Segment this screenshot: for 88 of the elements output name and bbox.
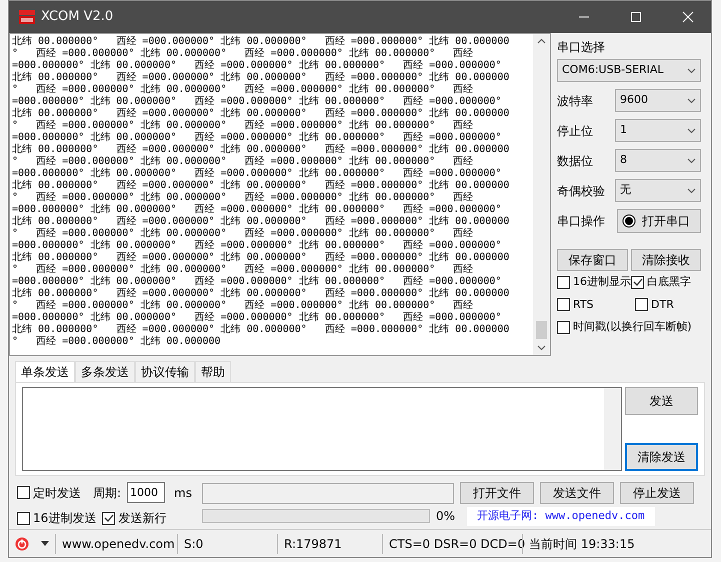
checkbox-label: DTR	[651, 296, 674, 312]
period-label: 周期:	[93, 484, 122, 502]
indicator-icon	[622, 214, 636, 228]
checkbox-label: 16进制显示	[573, 274, 631, 290]
received-text-line: =000.000000° 北纬 00.000000° 西经 =000.000000° 北纬 00.000000° 西经 =000.000000°	[12, 96, 502, 108]
close-icon[interactable]	[682, 11, 694, 23]
sent-count: S:0	[184, 536, 204, 552]
file-button[interactable]: 打开文件	[460, 482, 534, 504]
status-url: www.openedv.com	[62, 536, 175, 552]
received-text-line: ° 西经 =000.000000° 北纬 00.000000° 西经 =000.000000° 北纬 00.000000° 西经	[12, 228, 474, 240]
setting-dropdown[interactable]: 1	[615, 119, 701, 142]
received-text-line: ° 西经 =000.000000° 北纬 00.000000° 西经 =000.000000° 北纬 00.000000° 西经	[12, 120, 474, 132]
received-text-line: 北纬 00.000000° 西经 =000.000000° 北纬 00.000000° 西经 =000.000000° 北纬 00.000000	[12, 288, 510, 300]
scrollbar[interactable]	[533, 34, 550, 355]
received-text-line: 北纬 00.000000° 西经 =000.000000° 北纬 00.000000° 西经 =000.000000° 北纬 00.000000	[12, 180, 510, 192]
received-text-line: =000.000000° 北纬 00.000000° 西经 =000.000000° 北纬 00.000000° 西经 =000.000000°	[12, 132, 502, 144]
file-path-field[interactable]	[202, 482, 454, 504]
received-text-line: 北纬 00.000000° 西经 =000.000000° 北纬 00.000000° 西经 =000.000000° 北纬 00.000000	[12, 144, 510, 156]
period-input[interactable]: 1000	[127, 482, 166, 503]
checkbox[interactable]	[557, 320, 570, 334]
progress-reading: 0%	[436, 508, 456, 526]
checkbox[interactable]	[631, 276, 644, 289]
scroll-down-icon[interactable]	[537, 345, 546, 351]
received-text-line: =000.000000° 北纬 00.000000° 西经 =000.000000° 北纬 00.000000° 西经 =000.000000°	[12, 60, 502, 72]
received-text-line: ° 西经 =000.000000° 北纬 00.000000	[12, 336, 221, 348]
checkbox[interactable]	[557, 298, 570, 312]
setting-label: 停止位	[557, 122, 593, 140]
port-label: 串口选择	[557, 39, 606, 56]
maximize-icon[interactable]	[630, 11, 642, 23]
site-label: 开源电子网: www.openedv.com	[467, 507, 655, 526]
received-text-line: 北纬 00.000000° 西经 =000.000000° 北纬 00.000000° 西经 =000.000000° 北纬 00.000000	[12, 108, 510, 120]
received-count: R:179871	[284, 536, 342, 552]
received-text-line: =000.000000° 北纬 00.000000° 西经 =000.000000° 北纬 00.000000° 西经 =000.000000°	[12, 312, 502, 324]
checkbox-label: 定时发送	[33, 484, 81, 502]
received-text-line: 北纬 00.000000° 西经 =000.000000° 北纬 00.000000° 西经 =000.000000° 北纬 00.000000	[12, 36, 510, 48]
received-text-line: 北纬 00.000000° 西经 =000.000000° 北纬 00.000000° 西经 =000.000000° 北纬 00.000000	[12, 72, 510, 84]
checkbox[interactable]	[17, 512, 30, 524]
checkbox-label: 发送新行	[118, 510, 166, 527]
file-button[interactable]: 发送文件	[540, 482, 614, 504]
dropdown-arrow-icon[interactable]	[41, 541, 49, 546]
setting-label: 数据位	[557, 152, 593, 170]
checkbox-label: RTS	[573, 296, 594, 312]
received-text-line: ° 西经 =000.000000° 北纬 00.000000° 西经 =000.000000° 北纬 00.000000° 西经	[12, 48, 474, 60]
setting-dropdown[interactable]: 无	[615, 179, 701, 202]
received-text-line: ° 西经 =000.000000° 北纬 00.000000° 西经 =000.000000° 北纬 00.000000° 西经	[12, 192, 474, 204]
tab[interactable]: 协议传输	[135, 361, 195, 382]
checkbox-label: 16进制发送	[33, 510, 96, 527]
window-button[interactable]: 保存窗口	[557, 249, 628, 271]
current-time: 当前时间 19:33:15	[529, 536, 635, 552]
unit-label: ms	[174, 484, 192, 502]
checkbox[interactable]	[17, 486, 30, 499]
received-text-line: ° 西经 =000.000000° 北纬 00.000000° 西经 =000.000000° 北纬 00.000000° 西经	[12, 156, 474, 168]
setting-label: 奇偶校验	[557, 182, 605, 200]
received-text-line: 北纬 00.000000° 西经 =000.000000° 北纬 00.000000° 西经 =000.000000° 北纬 00.000000	[12, 324, 510, 336]
received-text-line: ° 西经 =000.000000° 北纬 00.000000° 西经 =000.000000° 北纬 00.000000° 西经	[12, 264, 474, 276]
open-port-button[interactable]: 打开串口	[617, 209, 701, 233]
file-button[interactable]: 停止发送	[620, 482, 694, 504]
scroll-up-icon[interactable]	[537, 38, 546, 44]
send-button[interactable]: 发送	[625, 387, 698, 415]
power-icon[interactable]	[15, 536, 29, 550]
setting-label: 波特率	[557, 92, 593, 110]
setting-label: 串口操作	[557, 213, 605, 230]
checkbox[interactable]	[102, 512, 116, 524]
checkbox[interactable]	[635, 298, 648, 312]
received-text-line: 北纬 00.000000° 西经 =000.000000° 北纬 00.000000° 西经 =000.000000° 北纬 00.000000	[12, 252, 510, 264]
window-title: XCOM V2.0	[41, 8, 114, 26]
setting-dropdown[interactable]: 9600	[615, 89, 701, 112]
received-text-line: =000.000000° 北纬 00.000000° 西经 =000.000000° 北纬 00.000000° 西经 =000.000000°	[12, 240, 502, 252]
app-logo-icon	[19, 10, 35, 24]
received-text-line: ° 西经 =000.000000° 北纬 00.000000° 西经 =000.000000° 北纬 00.000000° 西经	[12, 300, 474, 312]
received-text-line: ° 西经 =000.000000° 北纬 00.000000° 西经 =000.000000° 北纬 00.000000° 西经	[12, 84, 474, 96]
tab[interactable]: 多条发送	[75, 361, 135, 382]
checkbox-label: 时间戳(以换行回车断帧)	[573, 319, 692, 335]
window-button[interactable]: 清除接收	[630, 249, 701, 271]
send-text-area[interactable]	[22, 387, 622, 471]
received-text-line: =000.000000° 北纬 00.000000° 西经 =000.000000° 北纬 00.000000° 西经 =000.000000°	[12, 276, 502, 288]
scrollbar-thumb[interactable]	[536, 321, 547, 339]
setting-dropdown[interactable]: 8	[615, 149, 701, 172]
received-text-line: 北纬 00.000000° 西经 =000.000000° 北纬 00.000000° 西经 =000.000000° 北纬 00.000000	[12, 216, 510, 228]
line-status: CTS=0 DSR=0 DCD=0	[389, 536, 526, 552]
port-dropdown[interactable]: COM6:USB-SERIAL	[557, 59, 701, 82]
tab[interactable]: 单条发送	[15, 361, 75, 382]
checkbox[interactable]	[557, 276, 570, 289]
received-text-line: =000.000000° 北纬 00.000000° 西经 =000.000000° 北纬 00.000000° 西经 =000.000000°	[12, 168, 502, 180]
checkbox-label: 白底黑字	[647, 274, 691, 290]
send-button[interactable]: 清除发送	[625, 443, 698, 471]
received-text-line: =000.000000° 北纬 00.000000° 西经 =000.000000° 北纬 00.000000° 西经 =000.000000°	[12, 204, 502, 216]
tab[interactable]: 帮助	[195, 361, 231, 382]
